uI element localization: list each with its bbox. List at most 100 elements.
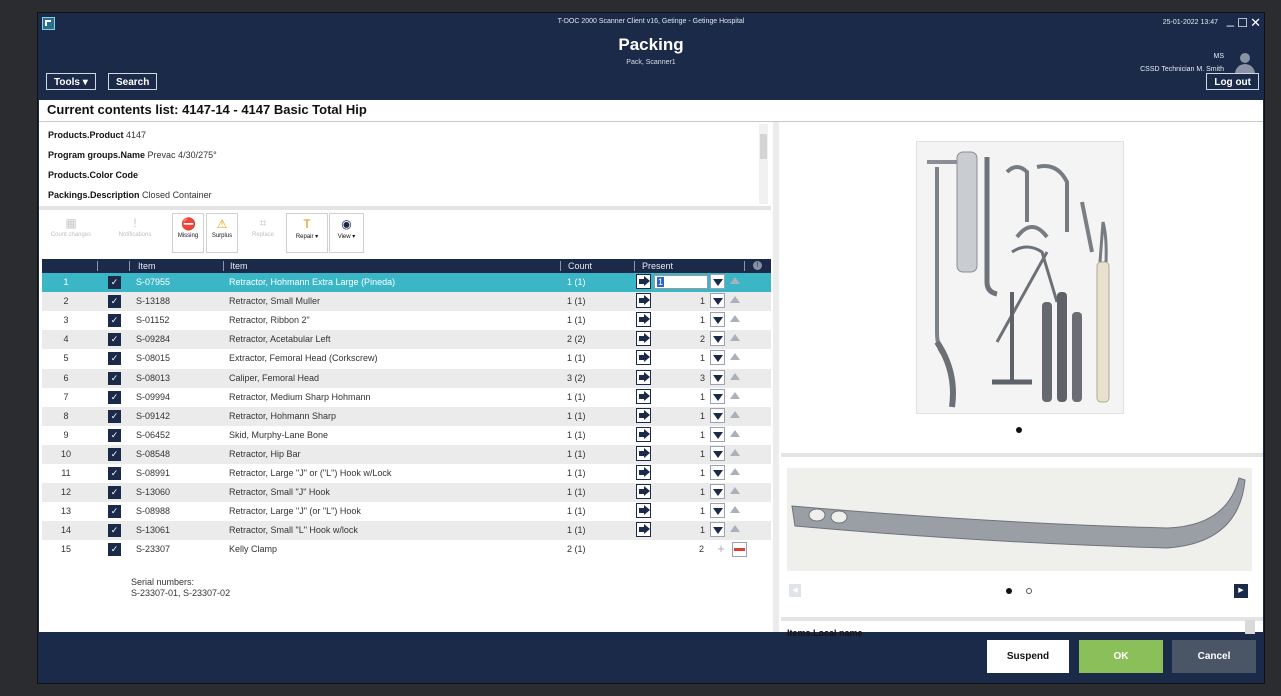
maximize-icon[interactable]: ☐ [1237,16,1248,30]
table-row[interactable]: 5 ✓ S-08015 Extractor, Femoral Head (Corksc… [42,349,771,368]
row-checkbox[interactable]: ✓ [108,486,121,500]
fill-present-arrow-icon[interactable] [636,484,651,500]
row-checkbox[interactable]: ✓ [108,467,121,480]
row-checkbox[interactable]: ✓ [108,333,121,347]
toolbar-repair-button[interactable]: T Repair ▾ [286,213,328,253]
logout-button[interactable]: Log out [1206,73,1259,90]
cancel-button[interactable]: Cancel [1172,640,1256,673]
decrease-icon[interactable] [710,369,725,385]
row-checkbox[interactable]: ✓ [108,428,121,442]
toolbar-notifications-button[interactable]: ! Notifications [109,213,161,251]
fill-present-arrow-icon[interactable] [636,350,651,366]
fill-present-arrow-icon[interactable] [636,503,651,519]
row-checkbox[interactable]: ✓ [108,352,121,366]
fill-present-arrow-icon[interactable] [636,465,651,480]
fill-present-arrow-icon[interactable] [636,331,651,347]
decrease-icon[interactable] [710,350,725,366]
column-present[interactable]: Present [642,261,673,271]
increase-icon[interactable] [728,331,743,346]
toolbar-missing-button[interactable]: ⛔ Missing [172,213,204,253]
table-row[interactable]: 11 ✓ S-08991 Retractor, Large "J" or ("L") … [42,464,771,483]
local-name-scrollbar[interactable] [1245,620,1255,634]
ok-button[interactable]: OK [1079,640,1163,673]
row-checkbox[interactable]: ✓ [108,505,121,519]
carousel-dot-2[interactable] [1026,588,1032,594]
decrease-icon[interactable] [710,465,725,480]
table-row[interactable]: 3 ✓ S-01152 Retractor, Ribbon 2" 1 (1) 1 [42,311,771,330]
increase-icon[interactable] [728,274,743,289]
table-row[interactable]: 14 ✓ S-13061 Retractor, Small "L" Hook w/lo… [42,521,771,541]
row-checkbox[interactable]: ✓ [108,314,121,328]
properties-scrollbar[interactable] [759,124,768,204]
decrease-icon[interactable] [710,388,725,404]
fill-present-arrow-icon[interactable] [636,407,651,423]
increase-icon[interactable] [728,484,743,499]
toolbar-countchanges-button[interactable]: ▦ Count changes [42,213,100,251]
carousel-dot-active[interactable] [1016,427,1022,433]
table-row[interactable]: 12 ✓ S-13060 Retractor, Small "J" Hook 1 (1)… [42,483,771,503]
decrease-icon[interactable] [710,312,725,328]
fill-present-arrow-icon[interactable] [636,312,651,328]
increase-icon[interactable] [728,522,743,537]
increase-icon[interactable] [728,370,743,385]
fill-present-arrow-icon[interactable] [636,426,651,442]
toolbar-view-button[interactable]: ◉ View ▾ [329,213,364,253]
decrease-icon[interactable] [710,407,725,423]
increase-icon[interactable] [728,427,743,442]
fill-present-arrow-icon[interactable] [636,522,651,538]
splitter[interactable] [781,617,1263,621]
fill-present-arrow-icon[interactable] [636,293,651,309]
column-info-icon[interactable]: ! [753,261,762,270]
present-input[interactable]: 1 [654,275,708,289]
row-checkbox[interactable]: ✓ [108,276,121,289]
table-row[interactable]: 10 ✓ S-08548 Retractor, Hip Bar 1 (1) 1 [42,444,771,464]
increase-icon[interactable] [728,408,743,423]
increase-icon[interactable] [728,503,743,518]
toolbar-replace-button[interactable]: ⌗ Replace [248,213,278,251]
fill-present-arrow-icon[interactable] [636,445,651,461]
table-row[interactable]: 15 ✓ S-23307 Kelly Clamp 2 (1) 2 + [42,540,771,559]
table-row[interactable]: 1 ✓ S-07955 Retractor, Hohmann Extra Large … [42,273,771,292]
decrease-icon[interactable] [710,426,725,442]
column-item-code[interactable]: Item [138,261,156,271]
minimize-icon[interactable]: _ [1227,13,1234,27]
row-checkbox[interactable]: ✓ [108,447,121,461]
column-item-name[interactable]: Item [230,261,248,271]
add-icon[interactable]: + [714,542,728,556]
search-button[interactable]: Search [108,73,158,90]
close-icon[interactable]: ✕ [1250,16,1261,30]
decrease-icon[interactable] [710,274,725,289]
fill-present-arrow-icon[interactable] [636,369,651,385]
row-checkbox[interactable]: ✓ [108,390,121,404]
column-count[interactable]: Count [568,261,592,271]
suspend-button[interactable]: Suspend [987,640,1069,673]
table-row[interactable]: 8 ✓ S-09142 Retractor, Hohmann Sharp 1 (1) 1 [42,406,771,426]
splitter[interactable] [39,206,771,210]
table-row[interactable]: 4 ✓ S-09284 Retractor, Acetabular Left 2 (2)… [42,330,771,350]
table-row[interactable]: 9 ✓ S-06452 Skid, Murphy-Lane Bone 1 (1) 1 [42,426,771,445]
row-checkbox[interactable]: ✓ [108,524,121,538]
table-row[interactable]: 6 ✓ S-08013 Caliper, Femoral Head 3 (2) 3 [42,368,771,388]
splitter[interactable] [781,453,1263,457]
row-checkbox[interactable]: ✓ [108,295,121,309]
row-checkbox[interactable]: ✓ [108,409,121,423]
row-checkbox[interactable]: ✓ [108,371,121,385]
next-image-button[interactable]: ▶ [1234,584,1248,598]
tools-button[interactable]: Tools ▾ [46,73,96,90]
table-row[interactable]: 2 ✓ S-13188 Retractor, Small Muller 1 (1) 1 [42,292,771,312]
vertical-splitter[interactable] [773,122,779,632]
remove-icon[interactable] [732,542,747,558]
carousel-dot-1[interactable] [1006,588,1012,594]
decrease-icon[interactable] [710,293,725,309]
fill-present-arrow-icon[interactable] [636,274,651,289]
increase-icon[interactable] [728,446,743,461]
toolbar-surplus-button[interactable]: ⚠ Surplus [206,213,238,253]
avatar-icon[interactable] [1234,53,1256,75]
decrease-icon[interactable] [710,445,725,461]
increase-icon[interactable] [728,350,743,365]
decrease-icon[interactable] [710,522,725,538]
decrease-icon[interactable] [710,331,725,347]
table-row[interactable]: 13 ✓ S-08988 Retractor, Large "J" (or "L") … [42,502,771,521]
increase-icon[interactable] [728,465,743,480]
previous-image-button[interactable]: ◀ [789,584,801,597]
